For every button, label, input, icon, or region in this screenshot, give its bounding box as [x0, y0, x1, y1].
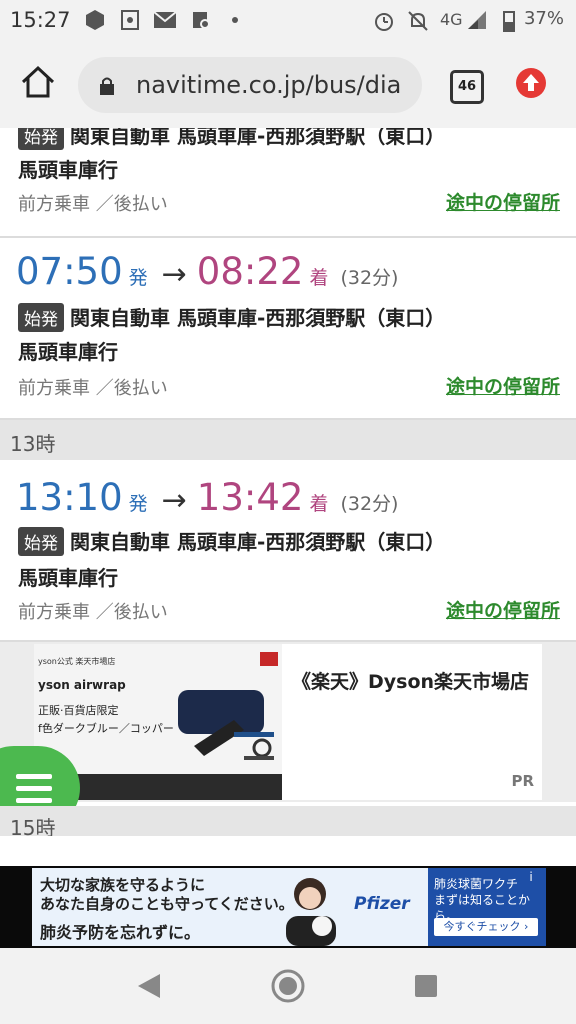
network-type: 4G: [440, 10, 463, 29]
mail-icon: [153, 11, 177, 28]
status-time: 15:27: [10, 8, 71, 32]
arrival-label: 着: [309, 493, 329, 515]
update-icon[interactable]: [516, 68, 546, 98]
person-image: [286, 878, 336, 946]
stops-link[interactable]: 途中の停留所: [446, 372, 560, 399]
battery-level: 37%: [523, 8, 564, 29]
tab-switcher-button[interactable]: 46: [450, 70, 484, 104]
status-bar: 15:27 4G 37%: [0, 0, 576, 42]
departure-label: 発: [128, 267, 148, 289]
signal-icon: [468, 11, 486, 29]
departure-label: 発: [128, 493, 148, 515]
route-name: 始発 関東自動車 馬頭車庫-西那須野駅（東口）: [18, 302, 445, 332]
battery-icon: [503, 11, 515, 32]
boarding-info: 前方乗車 ／後払い: [18, 602, 168, 623]
app-notification-icon: [86, 10, 104, 30]
ad-card[interactable]: yson公式 楽天市場店 yson airwrap 正販·百貨店限定 f色ダーク…: [34, 644, 542, 800]
home-button-icon[interactable]: [270, 968, 306, 1004]
ad-title[interactable]: 《楽天》Dyson楽天市場店: [292, 668, 536, 697]
hour-header-13: 13時: [0, 420, 576, 460]
home-icon[interactable]: [20, 64, 56, 100]
duration: (32分): [340, 267, 399, 289]
bottom-ad-banner[interactable]: 大切な家族を守るように あなた自身のことも守ってください。 肺炎予防を忘れずに。 …: [0, 866, 576, 948]
back-icon[interactable]: [136, 972, 162, 1000]
destination: 馬頭車庫行: [18, 566, 118, 590]
location-icon: [193, 12, 210, 29]
lock-icon: [100, 77, 114, 95]
arrival-label: 着: [309, 267, 329, 289]
hour-header-15: 15時: [0, 806, 576, 836]
ad-container: yson公式 楽天市場店 yson airwrap 正販·百貨店限定 f色ダーク…: [0, 642, 576, 802]
departure-time: 13:10: [16, 476, 123, 519]
banner-text: 大切な家族を守るように あなた自身のことも守ってください。: [40, 876, 294, 913]
mute-icon: [408, 11, 428, 31]
info-icon[interactable]: i: [522, 868, 540, 886]
first-stop-badge: 始発: [18, 527, 64, 556]
first-stop-badge: 始発: [18, 303, 64, 332]
alarm-icon: [375, 13, 393, 31]
arrival-time: 13:42: [196, 476, 304, 519]
first-stop-badge: 始発: [18, 128, 64, 150]
arrow-right-icon: →: [161, 257, 187, 292]
route-name: 始発 関東自動車 馬頭車庫-西那須野駅（東口）: [18, 526, 445, 556]
banner-subtext: 肺炎予防を忘れずに。: [40, 923, 201, 942]
destination: 馬頭車庫行: [18, 340, 118, 364]
boarding-info: 前方乗車 ／後払い: [18, 194, 168, 215]
banner-content[interactable]: 大切な家族を守るように あなた自身のことも守ってください。 肺炎予防を忘れずに。 …: [32, 868, 546, 946]
timetable-row[interactable]: 13:10 発 → 13:42 着 (32分) 始発 関東自動車 馬頭車庫-西那須野駅（東口…: [0, 460, 576, 642]
address-bar[interactable]: navitime.co.jp/bus/dia: [78, 57, 422, 113]
recents-icon[interactable]: [414, 974, 438, 998]
url-text: navitime.co.jp/bus/dia: [136, 71, 402, 99]
timetable-row-partial: 始発 関東自動車 馬頭車庫-西那須野駅（東口） 馬頭車庫行 前方乗車 ／後払い 途…: [0, 128, 576, 238]
arrow-right-icon: →: [161, 483, 187, 518]
system-nav-bar: [0, 948, 576, 1024]
arrival-time: 08:22: [196, 250, 304, 293]
more-notifications-icon: [232, 17, 238, 23]
departure-time: 07:50: [16, 250, 123, 293]
route-name: 始発 関東自動車 馬頭車庫-西那須野駅（東口）: [18, 128, 445, 150]
hamburger-icon: [16, 774, 52, 779]
pfizer-logo: Pfizer: [354, 894, 410, 914]
check-now-button[interactable]: 今すぐチェック ›: [434, 918, 538, 936]
calendar-icon: [121, 10, 139, 30]
boarding-info: 前方乗車 ／後払い: [18, 378, 168, 399]
ad-pr-label: PR: [511, 772, 534, 790]
timetable-row[interactable]: 07:50 発 → 08:22 着 (32分) 始発 関東自動車 馬頭車庫-西那須野駅（東口…: [0, 238, 576, 420]
product-image: [178, 690, 274, 760]
timetable-row-cutoff: [0, 836, 576, 866]
destination: 馬頭車庫行: [18, 158, 118, 182]
stops-link[interactable]: 途中の停留所: [446, 188, 560, 215]
duration: (32分): [340, 493, 399, 515]
browser-toolbar: navitime.co.jp/bus/dia 46: [0, 42, 576, 128]
stops-link[interactable]: 途中の停留所: [446, 596, 560, 623]
